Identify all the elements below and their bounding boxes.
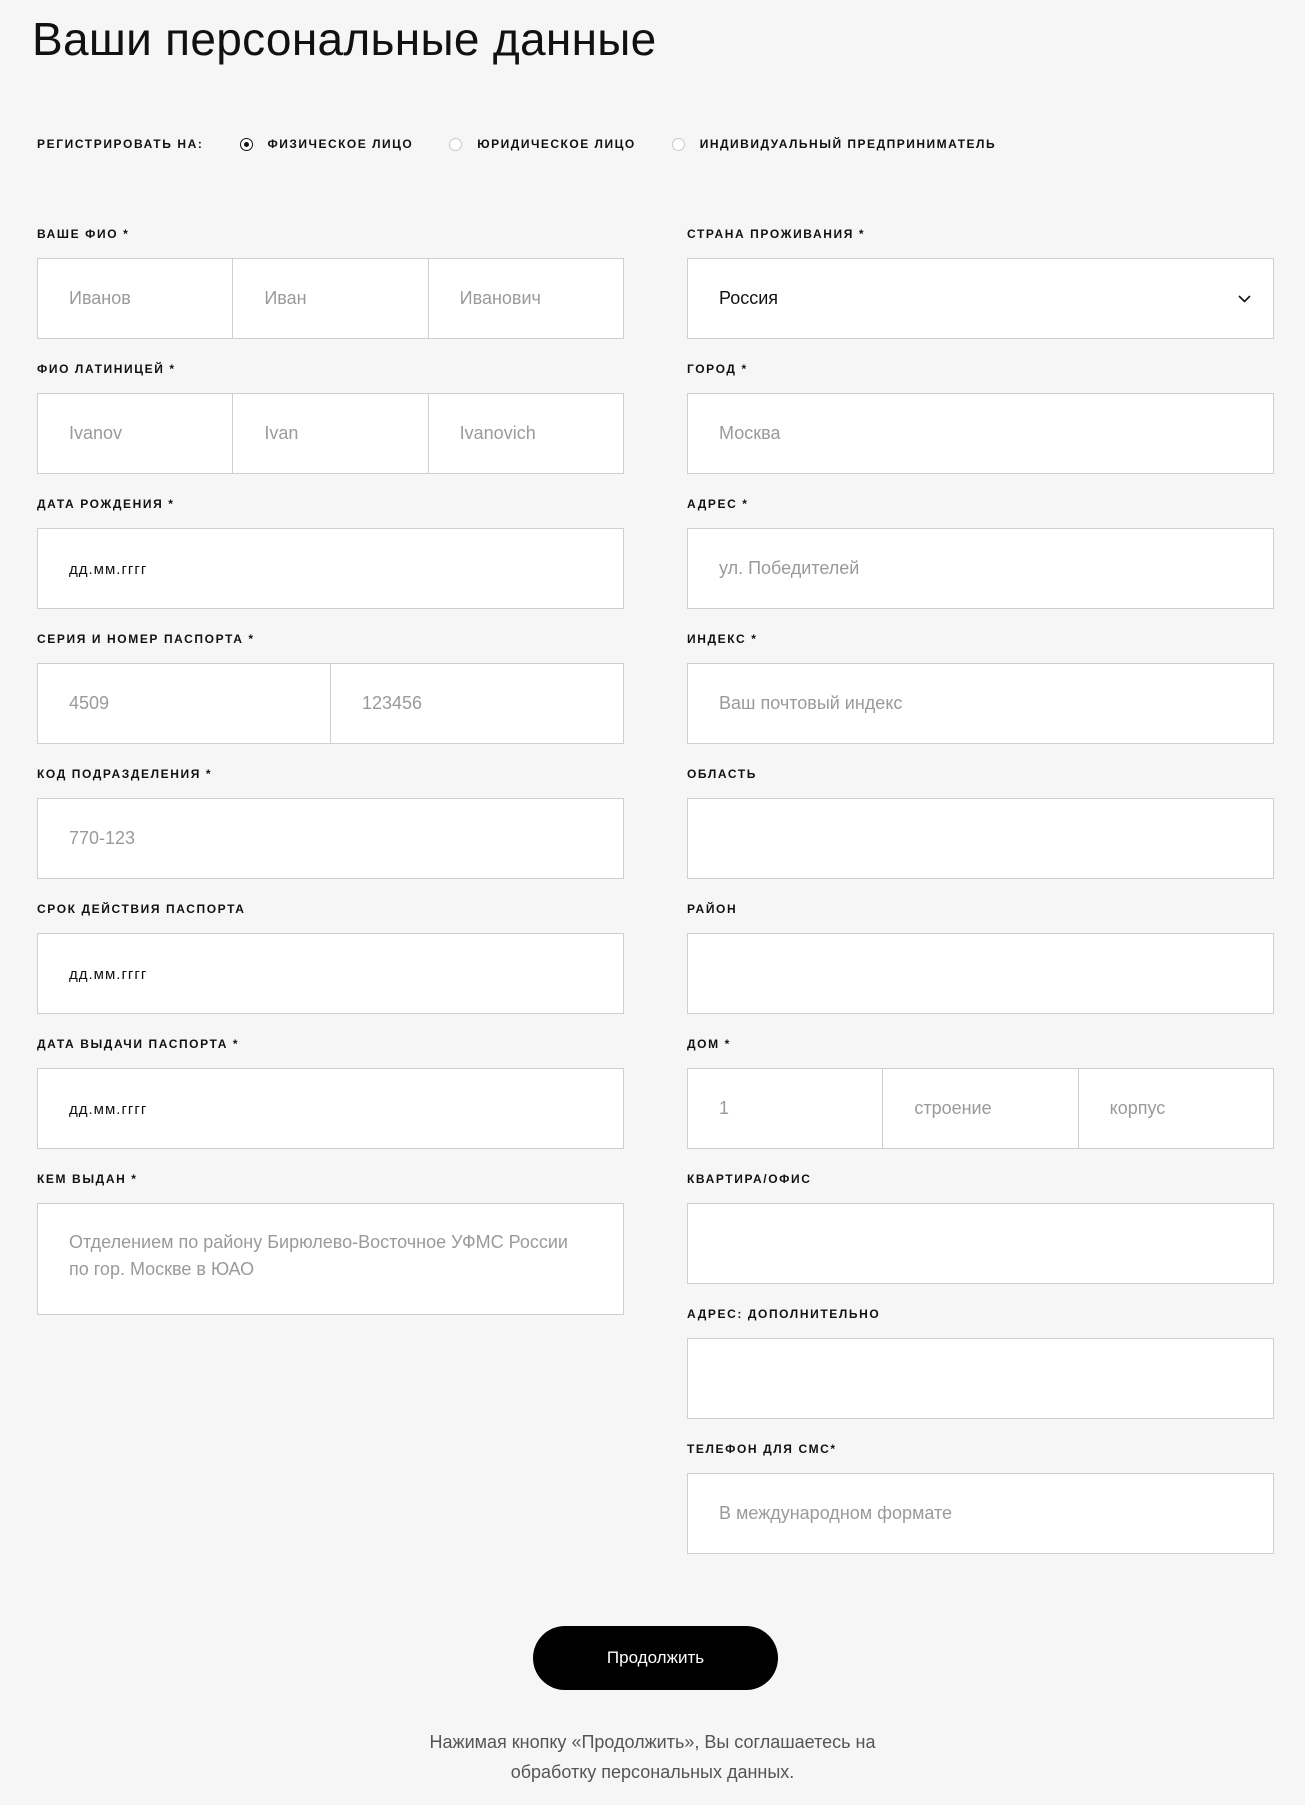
passport-issue-date-field <box>37 1068 624 1149</box>
house-number-input[interactable] <box>688 1069 883 1148</box>
postal-index-input[interactable] <box>688 664 1273 743</box>
district-label: РАЙОН <box>687 902 738 916</box>
address-field <box>687 528 1274 609</box>
radio-individual-label: ФИЗИЧЕСКОЕ ЛИЦО <box>267 137 414 151</box>
country-select[interactable]: Россия <box>687 258 1274 339</box>
passport-issue-date-input[interactable] <box>38 1069 623 1148</box>
building-input[interactable] <box>882 1069 1078 1148</box>
apartment-field <box>687 1203 1274 1284</box>
district-field <box>687 933 1274 1014</box>
radio-circle-icon[interactable] <box>449 137 463 151</box>
issued-by-label: КЕМ ВЫДАН * <box>37 1172 138 1186</box>
radio-legal-entity[interactable]: ЮРИДИЧЕСКОЕ ЛИЦО <box>449 137 635 151</box>
birth-date-label: ДАТА РОЖДЕНИЯ * <box>37 497 175 511</box>
page-title: Ваши персональные данные <box>32 13 657 65</box>
country-value: Россия <box>719 288 779 308</box>
passport-number-input[interactable] <box>330 664 623 743</box>
continue-button[interactable]: Продолжить <box>533 1626 778 1690</box>
region-field <box>687 798 1274 879</box>
passport-expiry-field <box>37 933 624 1014</box>
middle-name-input[interactable] <box>427 259 623 338</box>
address-extra-field <box>687 1338 1274 1419</box>
address-extra-label: АДРЕС: ДОПОЛНИТЕЛЬНО <box>687 1307 881 1321</box>
division-code-field <box>37 798 624 879</box>
city-label: ГОРОД * <box>687 362 748 376</box>
region-label: ОБЛАСТЬ <box>687 767 757 781</box>
radio-circle-icon[interactable] <box>671 137 685 151</box>
radio-entrepreneur-label: ИНДИВИДУАЛЬНЫЙ ПРЕДПРИНИМАТЕЛЬ <box>699 137 997 151</box>
postal-index-field <box>687 663 1274 744</box>
passport-expiry-label: СРОК ДЕЙСТВИЯ ПАСПОРТА <box>37 902 246 916</box>
issued-by-textarea[interactable] <box>38 1204 623 1314</box>
last-name-input[interactable] <box>38 259 233 338</box>
postal-index-label: ИНДЕКС * <box>687 632 758 646</box>
city-input[interactable] <box>688 394 1273 473</box>
chevron-down-icon <box>1238 294 1251 303</box>
address-extra-input[interactable] <box>688 1339 1273 1418</box>
fio-latin-field <box>37 393 624 474</box>
country-label: СТРАНА ПРОЖИВАНИЯ * <box>687 227 866 241</box>
consent-text: Нажимая кнопку «Продолжить», Вы соглашае… <box>0 1727 1305 1787</box>
passport-series-input[interactable] <box>38 664 330 743</box>
phone-input[interactable] <box>688 1474 1273 1553</box>
block-input[interactable] <box>1077 1069 1273 1148</box>
house-field <box>687 1068 1274 1149</box>
birth-date-field <box>37 528 624 609</box>
fio-label: ВАШЕ ФИО * <box>37 227 130 241</box>
first-name-input[interactable] <box>232 259 428 338</box>
fio-latin-label: ФИО ЛАТИНИЦЕЙ * <box>37 362 176 376</box>
birth-date-input[interactable] <box>38 529 623 608</box>
address-input[interactable] <box>688 529 1273 608</box>
first-name-latin-input[interactable] <box>232 394 428 473</box>
registration-label: РЕГИСТРИРОВАТЬ НА: <box>37 137 204 151</box>
fio-field <box>37 258 624 339</box>
consent-line-2: обработку персональных данных. <box>510 1762 795 1782</box>
registration-type-group: РЕГИСТРИРОВАТЬ НА: ФИЗИЧЕСКОЕ ЛИЦО ЮРИДИ… <box>37 135 1032 153</box>
consent-line-1: Нажимая кнопку «Продолжить», Вы соглашае… <box>429 1732 876 1752</box>
issued-by-field <box>37 1203 624 1315</box>
passport-expiry-input[interactable] <box>38 934 623 1013</box>
middle-name-latin-input[interactable] <box>427 394 623 473</box>
radio-individual[interactable]: ФИЗИЧЕСКОЕ ЛИЦО <box>239 137 414 151</box>
radio-legal-entity-label: ЮРИДИЧЕСКОЕ ЛИЦО <box>477 137 636 151</box>
region-input[interactable] <box>688 799 1273 878</box>
division-code-input[interactable] <box>38 799 623 878</box>
house-label: ДОМ * <box>687 1037 731 1051</box>
radio-circle-icon[interactable] <box>239 137 253 151</box>
address-label: АДРЕС * <box>687 497 749 511</box>
phone-field <box>687 1473 1274 1554</box>
apartment-input[interactable] <box>688 1204 1273 1283</box>
district-input[interactable] <box>688 934 1273 1013</box>
division-code-label: КОД ПОДРАЗДЕЛЕНИЯ * <box>37 767 213 781</box>
phone-label: ТЕЛЕФОН ДЛЯ СМС* <box>687 1442 837 1456</box>
passport-field <box>37 663 624 744</box>
city-field <box>687 393 1274 474</box>
radio-entrepreneur[interactable]: ИНДИВИДУАЛЬНЫЙ ПРЕДПРИНИМАТЕЛЬ <box>671 137 997 151</box>
apartment-label: КВАРТИРА/ОФИС <box>687 1172 812 1186</box>
last-name-latin-input[interactable] <box>38 394 233 473</box>
passport-issue-date-label: ДАТА ВЫДАЧИ ПАСПОРТА * <box>37 1037 240 1051</box>
passport-label: СЕРИЯ И НОМЕР ПАСПОРТА * <box>37 632 255 646</box>
